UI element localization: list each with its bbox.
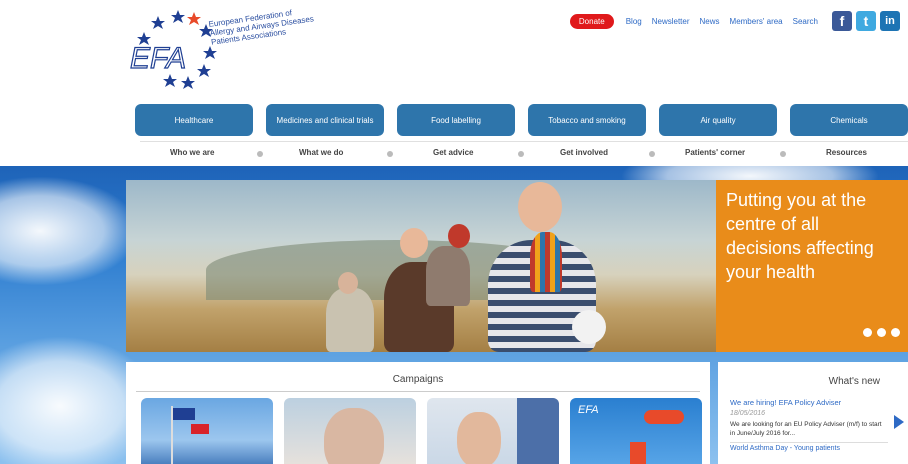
soccer-ball [572, 310, 606, 344]
category-color-bump [177, 95, 211, 113]
grandfather-head [338, 272, 358, 294]
child-figure [426, 246, 470, 306]
child-hat [448, 224, 470, 248]
category-label: Healthcare [174, 115, 214, 125]
nav-resources[interactable]: Resources [826, 148, 867, 157]
category-medicines[interactable]: Medicines and clinical trials [266, 95, 384, 136]
donate-button[interactable]: Donate [569, 13, 614, 29]
carousel-dot-3[interactable] [891, 328, 900, 337]
linkedin-icon[interactable]: in [880, 11, 900, 31]
nav-separator-dot [257, 151, 263, 157]
category-label: Medicines and clinical trials [276, 115, 374, 125]
main-navigation: Who we are What we do Get advice Get inv… [140, 146, 908, 162]
category-healthcare[interactable]: Healthcare [135, 95, 253, 136]
nav-get-advice[interactable]: Get advice [433, 148, 473, 157]
campaign-flags-thumbnail[interactable] [141, 398, 273, 464]
campaigns-panel: Campaigns EFA [126, 362, 710, 464]
carousel-dot-1[interactable] [863, 328, 872, 337]
nav-get-involved[interactable]: Get involved [560, 148, 608, 157]
campaign-child-inhaler-thumbnail[interactable] [427, 398, 559, 464]
whats-new-panel: What's new We are hiring! EFA Policy Adv… [718, 362, 908, 464]
poster-figure [630, 442, 646, 464]
carousel-pager [863, 328, 900, 337]
facebook-icon[interactable]: f [832, 11, 852, 31]
category-label: Food labelling [431, 115, 481, 125]
nav-divider [140, 141, 908, 142]
elderly-man-face [324, 408, 384, 464]
twitter-icon[interactable]: t [856, 11, 876, 31]
hero-banner[interactable]: Putting you at the centre of all decisio… [126, 180, 908, 352]
whats-new-title: What's new [828, 376, 880, 387]
blog-link[interactable]: Blog [626, 17, 642, 26]
news-item-date: 18/05/2016 [730, 410, 766, 417]
category-color-bump [308, 95, 342, 113]
category-label: Chemicals [830, 115, 868, 125]
hero-tagline: Putting you at the centre of all decisio… [716, 180, 908, 352]
child-face [457, 412, 501, 464]
news-item-title[interactable]: We are hiring! EFA Policy Adviser [730, 398, 888, 407]
campaign-efa-poster-thumbnail[interactable]: EFA [570, 398, 702, 464]
flag [191, 424, 209, 434]
grandfather-figure [326, 288, 374, 352]
mother-head [400, 228, 428, 258]
boy-head [518, 182, 562, 232]
nav-who-we-are[interactable]: Who we are [170, 148, 214, 157]
adult-arm [517, 398, 559, 464]
category-color-bump [701, 95, 735, 113]
nav-what-we-do[interactable]: What we do [299, 148, 343, 157]
category-label: Tobacco and smoking [548, 115, 626, 125]
search-link[interactable]: Search [793, 17, 818, 26]
nav-patients-corner[interactable]: Patients' corner [685, 148, 745, 157]
nav-separator-dot [649, 151, 655, 157]
category-tobacco[interactable]: Tobacco and smoking [528, 95, 646, 136]
category-chemicals[interactable]: Chemicals [790, 95, 908, 136]
poster-logo-text: EFA [578, 404, 599, 416]
family-beach-photo [126, 180, 716, 352]
category-color-bump [570, 95, 604, 113]
nav-separator-dot [780, 151, 786, 157]
campaign-elderly-man-thumbnail[interactable] [284, 398, 416, 464]
next-arrow-icon[interactable] [894, 415, 904, 429]
nav-separator-dot [518, 151, 524, 157]
category-tabs: Healthcare Medicines and clinical trials… [135, 94, 908, 139]
efa-stars-logo-icon: EFA [129, 10, 217, 89]
news-link[interactable]: News [700, 17, 720, 26]
category-label: Air quality [700, 115, 736, 125]
carousel-dot-2[interactable] [877, 328, 886, 337]
cloud [0, 176, 140, 286]
news-item-next-title[interactable]: World Asthma Day - Young patients [730, 442, 888, 452]
category-color-bump [832, 95, 866, 113]
news-item[interactable]: We are hiring! EFA Policy Adviser 18/05/… [718, 394, 888, 452]
boy-scarf [530, 232, 562, 292]
category-air-quality[interactable]: Air quality [659, 95, 777, 136]
campaigns-title: Campaigns [136, 362, 700, 392]
nav-separator-dot [387, 151, 393, 157]
news-item-body: We are looking for an EU Policy Adviser … [730, 421, 882, 437]
poster-badge [644, 410, 684, 424]
svg-text:EFA: EFA [130, 42, 186, 75]
members-area-link[interactable]: Members' area [730, 17, 783, 26]
eu-flag [173, 408, 195, 420]
category-color-bump [439, 95, 473, 113]
newsletter-link[interactable]: Newsletter [652, 17, 690, 26]
top-navigation: Donate Blog Newsletter News Members' are… [569, 10, 900, 32]
category-food-labelling[interactable]: Food labelling [397, 95, 515, 136]
